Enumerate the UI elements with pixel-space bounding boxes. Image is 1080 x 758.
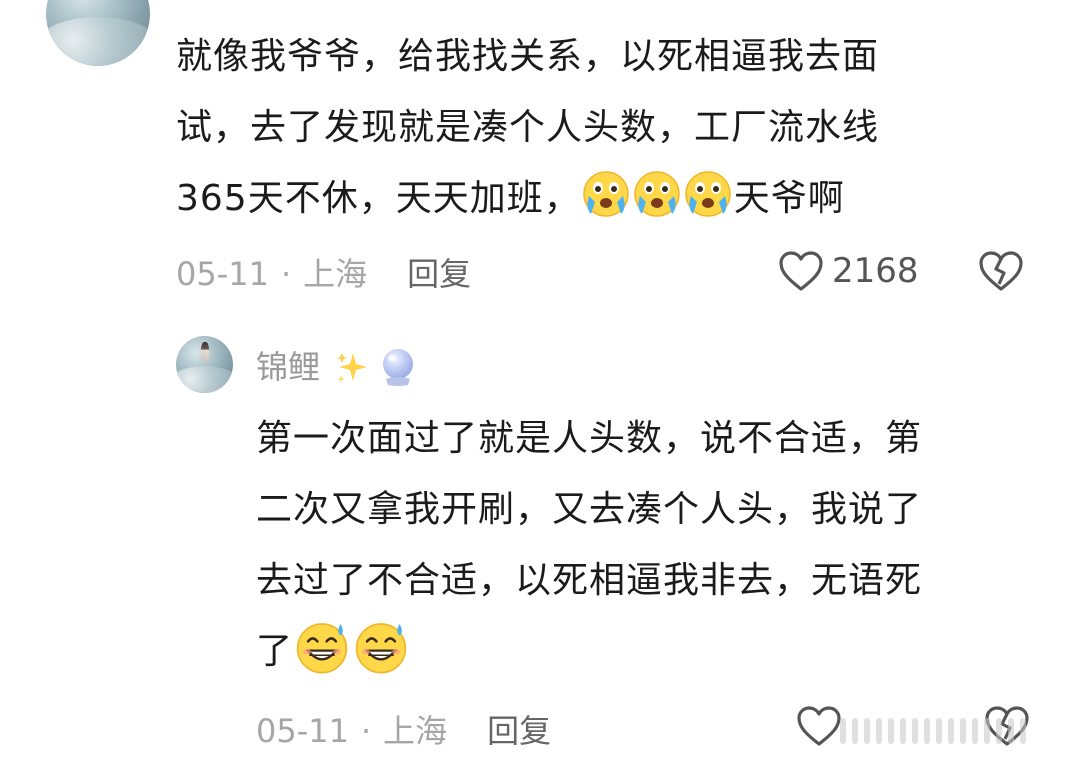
crying-emoji-icon <box>582 171 629 217</box>
comment-meta: 05-11 · 上海 回复 <box>176 254 471 294</box>
broken-heart-icon[interactable] <box>978 250 1024 292</box>
heart-icon[interactable] <box>778 250 824 292</box>
comment-line: 去过了不合适，以死相逼我非去，无语死 <box>256 560 923 601</box>
comment-line: 二次又拿我开刷，又去凑个人头，我说了 <box>256 489 923 530</box>
comment-line: 第一次面过了就是人头数，说不合适，第 <box>256 418 923 459</box>
comment-date: 05-11 <box>256 712 349 750</box>
avatar[interactable] <box>46 0 150 66</box>
like-count: 2168 <box>832 251 919 291</box>
avatar[interactable] <box>176 336 233 393</box>
reply-button[interactable]: 回复 <box>487 712 551 750</box>
meta-separator: · <box>360 712 372 750</box>
like-button[interactable]: 2168 <box>778 250 919 292</box>
comment-text: 就像我爷爷，给我找关系，以死相逼我去面 试，去了发现就是凑个人头数，工厂流水线 … <box>176 21 879 234</box>
comment-line: 365天不休，天天加班， 天爷啊 <box>176 163 879 234</box>
comment-line-text: 365天不休，天天加班， <box>176 178 581 219</box>
comment-line: 试，去了发现就是凑个人头数，工厂流水线 <box>176 107 880 148</box>
crying-emoji-icon <box>684 171 731 217</box>
sweat-smile-emoji-icon <box>355 623 407 674</box>
comment-line-text: 了 <box>256 631 294 672</box>
crying-emoji-icon <box>633 171 680 217</box>
comment-meta: 05-11 · 上海 回复 <box>256 711 551 751</box>
sparkle-icon <box>337 353 367 383</box>
watermark <box>840 712 1076 750</box>
comment-text: 第一次面过了就是人头数，说不合适，第 二次又拿我开刷，又去凑个人头，我说了 去过… <box>256 403 922 687</box>
sweat-smile-emoji-icon <box>296 623 348 674</box>
comment-date: 05-11 <box>176 255 269 293</box>
heart-icon[interactable] <box>796 705 842 747</box>
like-button[interactable] <box>796 705 842 747</box>
reply-button[interactable]: 回复 <box>407 255 471 293</box>
comment-line: 就像我爷爷，给我找关系，以死相逼我去面 <box>176 36 880 77</box>
comment-location: 上海 <box>303 255 368 293</box>
comment-location: 上海 <box>383 712 448 750</box>
comment-line-tail: 天爷啊 <box>733 178 845 219</box>
crystal-ball-icon <box>256 0 336 10</box>
username[interactable]: 锦鲤 <box>256 347 320 387</box>
crystal-ball-icon <box>383 349 413 386</box>
comment-line: 了 <box>256 616 922 687</box>
meta-separator: · <box>280 255 292 293</box>
